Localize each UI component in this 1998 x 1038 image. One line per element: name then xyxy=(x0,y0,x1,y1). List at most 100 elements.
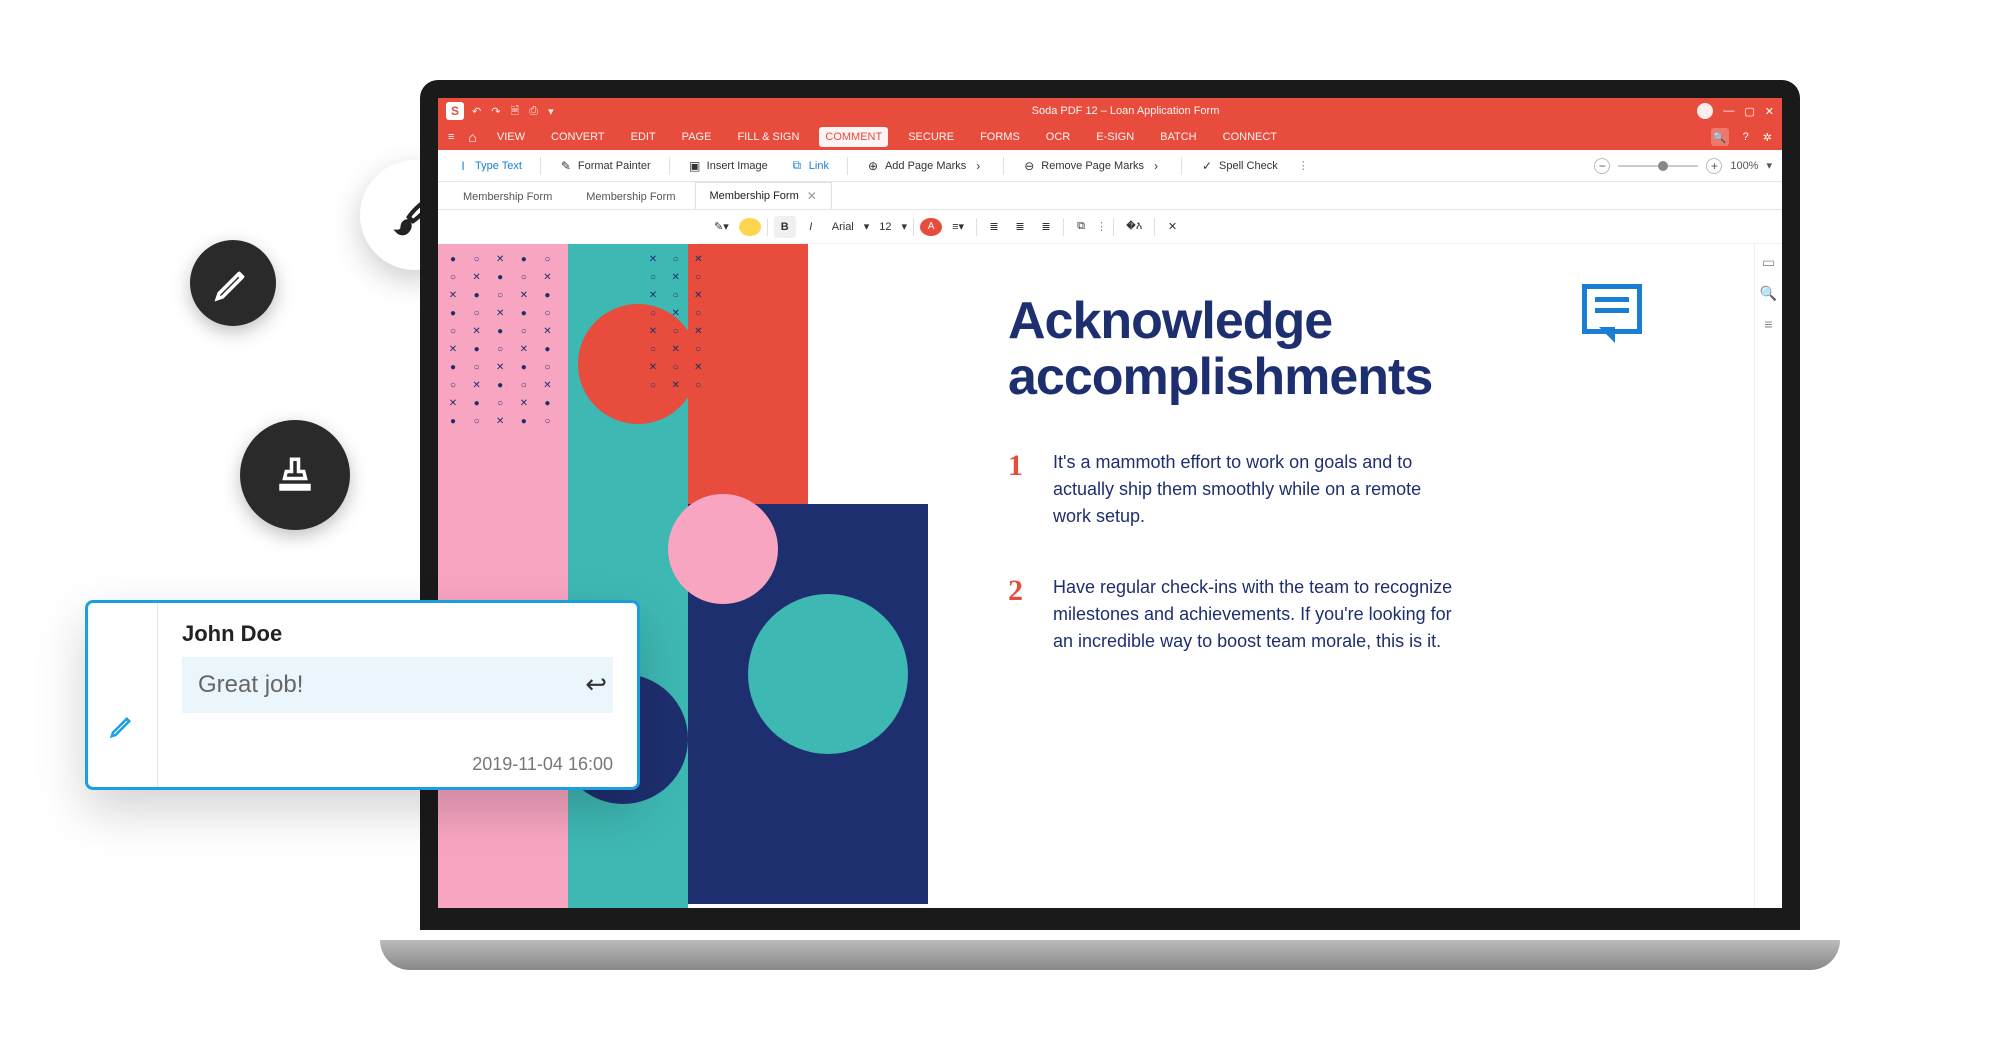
highlight-color-yellow[interactable] xyxy=(739,218,761,236)
font-select[interactable]: Arial xyxy=(826,216,860,238)
align-right-icon[interactable]: ≣ xyxy=(1035,216,1057,238)
plus-page-icon: ⊕ xyxy=(866,159,880,173)
minus-page-icon: ⊖ xyxy=(1022,159,1036,173)
comment-popup-sidebar xyxy=(88,603,158,787)
close-tab-icon[interactable]: ✕ xyxy=(807,189,817,203)
align-center-icon[interactable]: ≣ xyxy=(1009,216,1031,238)
laptop-frame: S ↶ ↷ 🗎 ⎙ ▾ Soda PDF 12 – Loan Applicati… xyxy=(420,80,1800,950)
image-icon: ▣ xyxy=(688,159,702,173)
stamp-tool-badge[interactable] xyxy=(240,420,350,530)
remove-page-marks-button[interactable]: ⊖Remove Page Marks› xyxy=(1014,155,1171,177)
menu-page[interactable]: PAGE xyxy=(676,127,718,147)
tab-membership-form-3[interactable]: Membership Form✕ xyxy=(695,182,832,209)
pencil-icon xyxy=(212,262,254,304)
artwork-panel: ●○✕●○ ○✕●○✕ ✕●○✕● ●○✕●○ ○✕●○✕ ✕●○✕● ●○✕●… xyxy=(438,244,928,908)
document-tabs: Membership Form Membership Form Membersh… xyxy=(438,182,1782,210)
menu-view[interactable]: VIEW xyxy=(491,127,531,147)
menu-convert[interactable]: CONVERT xyxy=(545,127,611,147)
menu-ocr[interactable]: OCR xyxy=(1040,127,1076,147)
link-inline-icon[interactable]: ⧉ xyxy=(1070,216,1092,238)
list-number: 1 xyxy=(1008,449,1023,530)
panel-layers-icon[interactable]: ≡ xyxy=(1764,316,1772,332)
chevron-right-icon: › xyxy=(1149,159,1163,173)
align-button[interactable]: ≡▾ xyxy=(946,216,970,238)
panel-pages-icon[interactable]: ▭ xyxy=(1762,254,1775,271)
maximize-icon[interactable]: ▢ xyxy=(1744,105,1754,118)
italic-button[interactable]: I xyxy=(800,216,822,238)
home-icon[interactable]: ⌂ xyxy=(468,129,476,145)
text-format-bar: ✎▾ B I Arial ▾ 12 ▾ A ≡▾ ≣ ≣ ≣ ⧉ ⋮ �እ ✕ xyxy=(698,210,1782,244)
toolbar-overflow-icon[interactable]: ⋮ xyxy=(1298,159,1309,172)
font-size-select[interactable]: 12 xyxy=(873,216,897,238)
zoom-out-button[interactable]: − xyxy=(1594,158,1610,174)
spellcheck-icon: ✓ xyxy=(1200,159,1214,173)
menu-secure[interactable]: SECURE xyxy=(902,127,960,147)
app-window: S ↶ ↷ 🗎 ⎙ ▾ Soda PDF 12 – Loan Applicati… xyxy=(438,98,1782,908)
text-color-red[interactable]: A xyxy=(920,218,942,236)
help-icon[interactable]: ? xyxy=(1743,131,1749,143)
document-content: Acknowledge accomplishments 1 It's a mam… xyxy=(928,244,1782,908)
document-canvas[interactable]: ●○✕●○ ○✕●○✕ ✕●○✕● ●○✕●○ ○✕●○✕ ✕●○✕● ●○✕●… xyxy=(438,244,1782,908)
redo-icon[interactable]: ↷ xyxy=(491,105,500,118)
paintbrush-icon: ✎ xyxy=(559,159,573,173)
type-text-button[interactable]: IType Text xyxy=(448,155,530,177)
list-item: 2 Have regular check-ins with the team t… xyxy=(1008,574,1702,655)
spell-check-button[interactable]: ✓Spell Check xyxy=(1192,155,1286,177)
menu-edit[interactable]: EDIT xyxy=(625,127,662,147)
menu-fill-sign[interactable]: FILL & SIGN xyxy=(731,127,805,147)
add-page-marks-button[interactable]: ⊕Add Page Marks› xyxy=(858,155,993,177)
align-left-icon[interactable]: ≣ xyxy=(983,216,1005,238)
panel-search-icon[interactable]: 🔍 xyxy=(1760,285,1777,302)
zoom-control: − + 100% ▾ xyxy=(1594,158,1772,174)
comment-author: John Doe xyxy=(182,621,613,647)
pencil-tool-badge[interactable] xyxy=(190,240,276,326)
zoom-value: 100% xyxy=(1730,160,1758,172)
app-logo[interactable]: S xyxy=(446,102,464,120)
ribbon-toolbar: IType Text ✎Format Painter ▣Insert Image… xyxy=(438,150,1782,182)
menu-bar: ≡ ⌂ VIEW CONVERT EDIT PAGE FILL & SIGN C… xyxy=(438,124,1782,150)
insert-image-button[interactable]: ▣Insert Image xyxy=(680,155,776,177)
close-format-bar-icon[interactable]: ✕ xyxy=(1161,216,1183,238)
pen-color-button[interactable]: ✎▾ xyxy=(708,216,735,238)
comment-annotation-icon[interactable] xyxy=(1582,284,1642,334)
close-icon[interactable]: ✕ xyxy=(1765,105,1774,118)
title-bar: S ↶ ↷ 🗎 ⎙ ▾ Soda PDF 12 – Loan Applicati… xyxy=(438,98,1782,124)
link-button[interactable]: ⧉Link xyxy=(782,155,837,177)
text-cursor-icon: I xyxy=(456,159,470,173)
reply-icon[interactable]: ↩ xyxy=(585,669,607,700)
menu-comment[interactable]: COMMENT xyxy=(819,127,888,147)
font-dropdown-icon[interactable]: ▾ xyxy=(864,220,870,233)
comment-message[interactable]: Great job! xyxy=(182,657,613,713)
undo-icon[interactable]: ↶ xyxy=(472,105,481,118)
tab-membership-form-1[interactable]: Membership Form xyxy=(448,184,567,209)
right-sidebar: ▭ 🔍 ≡ xyxy=(1754,244,1782,908)
link-icon: ⧉ xyxy=(790,159,804,173)
list-text: It's a mammoth effort to work on goals a… xyxy=(1053,449,1453,530)
zoom-in-button[interactable]: + xyxy=(1706,158,1722,174)
bold-button[interactable]: B xyxy=(774,216,796,238)
menu-esign[interactable]: E-SIGN xyxy=(1090,127,1140,147)
list-item: 1 It's a mammoth effort to work on goals… xyxy=(1008,449,1702,530)
list-text: Have regular check-ins with the team to … xyxy=(1053,574,1453,655)
menu-batch[interactable]: BATCH xyxy=(1154,127,1202,147)
pencil-outline-icon xyxy=(108,710,138,740)
zoom-dropdown-icon[interactable]: ▾ xyxy=(1766,159,1772,172)
menu-connect[interactable]: CONNECT xyxy=(1217,127,1283,147)
zoom-slider[interactable] xyxy=(1618,165,1698,167)
print-icon[interactable]: ⎙ xyxy=(529,105,538,118)
settings-inline-icon[interactable]: �እ xyxy=(1120,216,1148,238)
settings-icon[interactable]: ✲ xyxy=(1763,131,1772,144)
format-painter-button[interactable]: ✎Format Painter xyxy=(551,155,659,177)
minimize-icon[interactable]: — xyxy=(1723,105,1734,117)
window-title: Soda PDF 12 – Loan Application Form xyxy=(554,105,1698,117)
menu-forms[interactable]: FORMS xyxy=(974,127,1026,147)
comment-popup: John Doe Great job! ↩ 2019-11-04 16:00 xyxy=(85,600,640,790)
format-overflow-icon[interactable]: ⋮ xyxy=(1096,220,1107,233)
laptop-base xyxy=(380,940,1840,970)
hamburger-icon[interactable]: ≡ xyxy=(448,131,454,143)
user-avatar-icon[interactable] xyxy=(1697,103,1713,119)
search-icon[interactable]: 🔍 xyxy=(1711,128,1729,146)
save-icon[interactable]: 🗎 xyxy=(510,102,519,121)
size-dropdown-icon[interactable]: ▾ xyxy=(902,220,908,233)
tab-membership-form-2[interactable]: Membership Form xyxy=(571,184,690,209)
